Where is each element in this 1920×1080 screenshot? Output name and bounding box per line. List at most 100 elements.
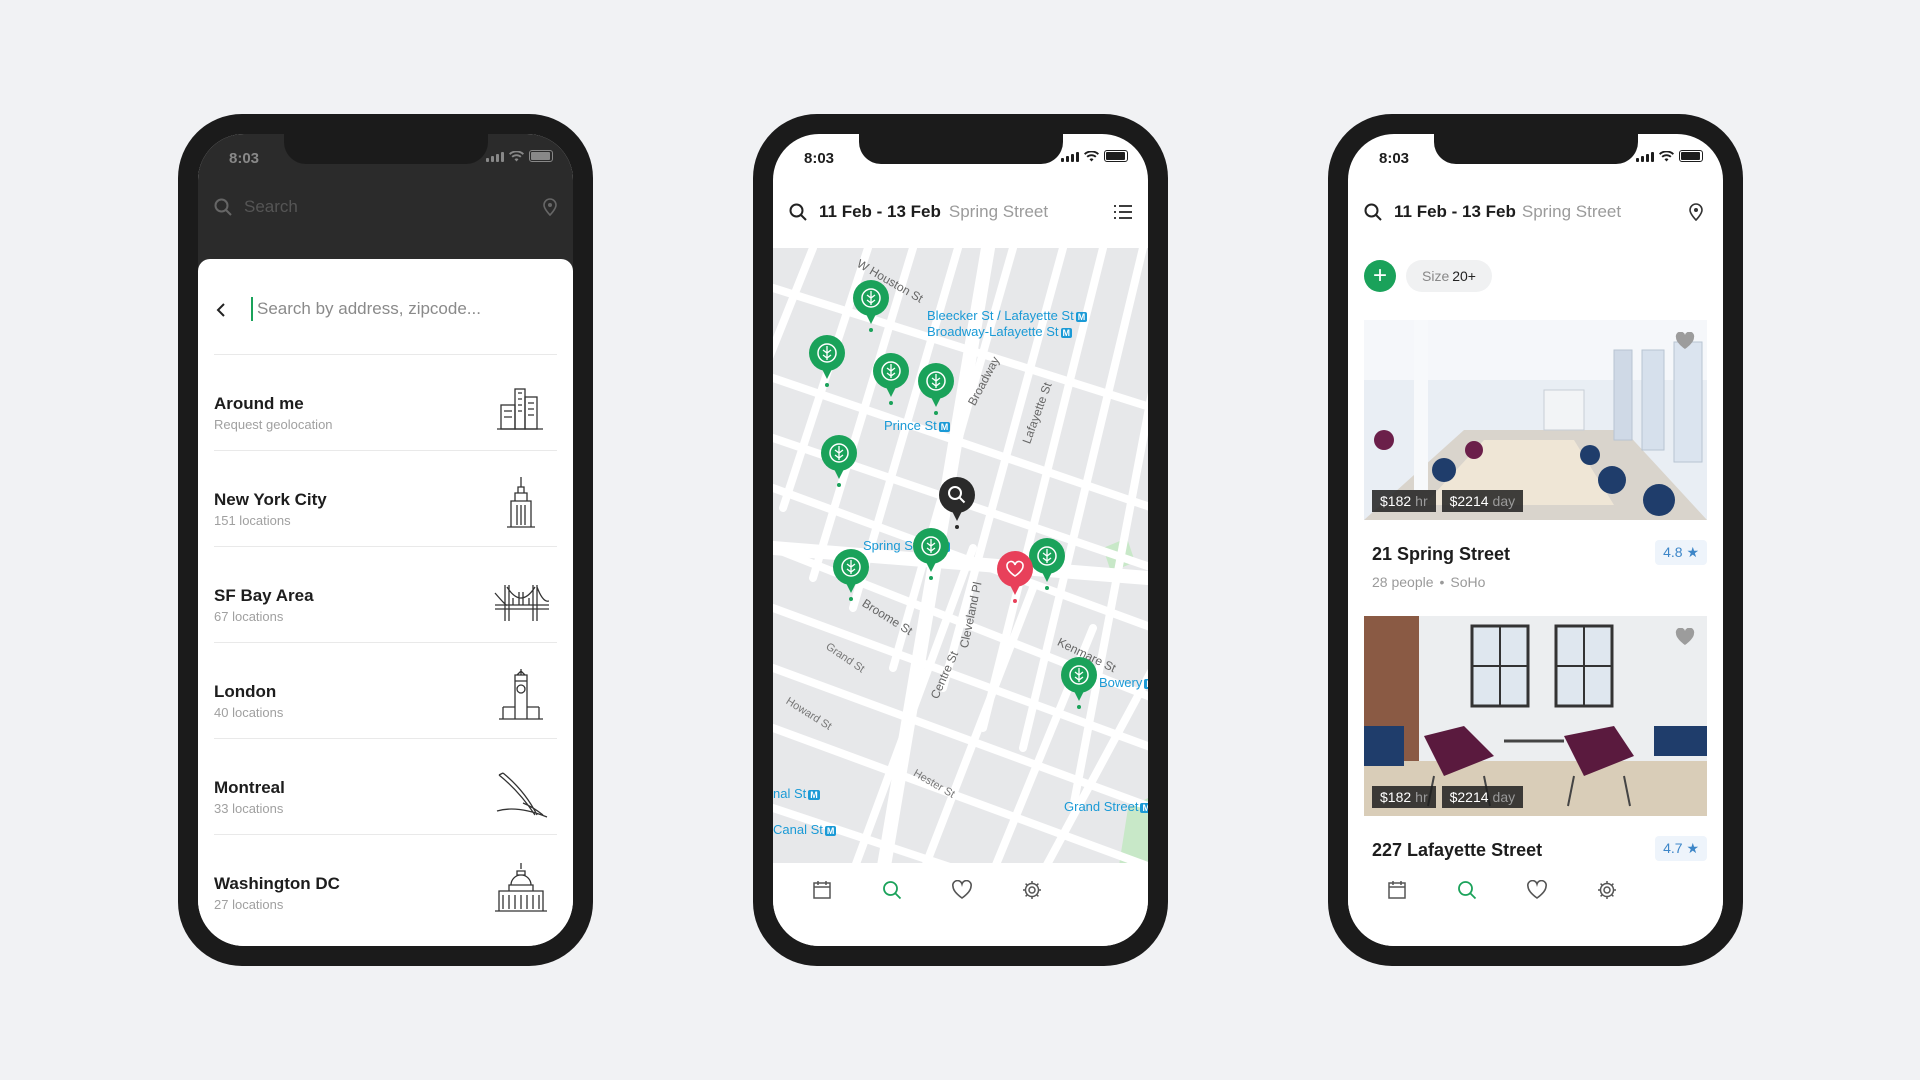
row-subtitle: 67 locations: [214, 609, 284, 624]
location-pin-icon: [543, 198, 557, 216]
tab-calendar[interactable]: [809, 877, 835, 903]
list-item[interactable]: Montreal 33 locations: [214, 738, 557, 834]
gear-icon: [1598, 881, 1616, 899]
listing-meta: 28 people • SoHo: [1372, 574, 1486, 590]
tab-search[interactable]: [1454, 877, 1480, 903]
big-ben-icon: [499, 669, 543, 720]
daily-unit: day: [1492, 493, 1516, 509]
hourly-price: $182 hr: [1372, 490, 1436, 512]
search-bar[interactable]: 11 Feb - 13 Feb Spring Street: [1348, 184, 1723, 240]
list-item[interactable]: Washington DC 27 locations: [214, 834, 557, 930]
subway-marker-icon: M: [938, 421, 951, 432]
buildings-icon: [497, 388, 543, 430]
listing-card[interactable]: $182 hr $2214 day 227 Lafayette Street 4.7…: [1364, 616, 1707, 866]
station-label[interactable]: Bleecker St / Lafayette St M: [927, 308, 1088, 323]
location-pin[interactable]: [869, 351, 913, 407]
screen: 8:03 Search Search by address, zipcode..…: [198, 134, 573, 946]
signal-icon: [1636, 151, 1654, 162]
battery-icon: [1679, 150, 1703, 162]
search-input[interactable]: Search by address, zipcode...: [251, 297, 481, 321]
tab-settings[interactable]: [1594, 877, 1620, 903]
heart-icon: [1527, 880, 1547, 899]
favorite-heart-icon[interactable]: [1675, 332, 1695, 350]
station-label[interactable]: Canal St M: [773, 822, 837, 837]
listing-photo[interactable]: $182 hr $2214 day: [1364, 616, 1707, 816]
tab-bar: [773, 863, 1148, 946]
favorite-heart-icon[interactable]: [1675, 628, 1695, 646]
location-pin[interactable]: [909, 526, 953, 582]
status-icons: [486, 150, 553, 162]
wifi-icon: [1084, 150, 1099, 161]
empire-state-icon: [507, 477, 535, 528]
search-icon: [214, 198, 232, 216]
row-title: Washington DC: [214, 874, 340, 893]
list-item[interactable]: New York City 151 locations: [214, 450, 557, 546]
favorite-location-pin[interactable]: [993, 549, 1037, 605]
search-icon: [1458, 881, 1477, 900]
olympic-tower-icon: [496, 772, 548, 818]
size-filter-chip[interactable]: Size 20+: [1406, 260, 1492, 292]
tab-settings[interactable]: [1019, 877, 1045, 903]
station-label[interactable]: nal St M: [773, 786, 820, 801]
price-tags: $182 hr $2214 day: [1372, 786, 1524, 808]
golden-gate-icon: [494, 585, 549, 621]
notch: [859, 134, 1063, 164]
hourly-amount: $182: [1380, 789, 1412, 805]
location-pin[interactable]: [849, 278, 893, 334]
location-pin[interactable]: [1057, 655, 1101, 711]
add-filter-button[interactable]: +: [1364, 260, 1396, 292]
list-item[interactable]: SF Bay Area 67 locations: [214, 546, 557, 642]
back-chevron-icon[interactable]: [216, 302, 226, 318]
date-range: 11 Feb - 13 Feb: [819, 202, 941, 221]
listing-title: 227 Lafayette Street: [1372, 840, 1543, 860]
status-time: 8:03: [1379, 150, 1410, 167]
phone-listing: 8:03 11 Feb - 13 Feb Spring Street + Siz…: [1328, 114, 1743, 966]
tab-favorites[interactable]: [1524, 877, 1550, 903]
location-pin-icon[interactable]: [1689, 203, 1703, 221]
location-pin[interactable]: [805, 333, 849, 389]
station-label[interactable]: Grand Street M: [1064, 799, 1148, 814]
search-bar[interactable]: 11 Feb - 13 Feb Spring Street: [773, 184, 1148, 240]
calendar-icon: [1388, 881, 1406, 899]
station-label[interactable]: BoweryM: [1099, 675, 1148, 690]
row-title: New York City: [214, 490, 327, 509]
row-title: SF Bay Area: [214, 586, 314, 605]
gear-icon: [1023, 881, 1041, 899]
daily-unit: day: [1492, 789, 1516, 805]
wifi-icon: [1659, 150, 1674, 161]
listing-photo[interactable]: $182 hr $2214 day: [1364, 320, 1707, 520]
tab-calendar[interactable]: [1384, 877, 1410, 903]
subway-marker-icon: M: [824, 825, 837, 836]
status-icons: [1636, 150, 1703, 162]
list-item[interactable]: London 40 locations: [214, 642, 557, 738]
map-view[interactable]: Bleecker St / Lafayette St M Broadway-Laf…: [773, 248, 1148, 872]
search-placeholder-dimmed: Search: [244, 197, 298, 216]
station-label[interactable]: Broadway-Lafayette St M: [927, 324, 1073, 339]
hourly-price: $182 hr: [1372, 786, 1436, 808]
search-location-pin[interactable]: [935, 475, 979, 531]
list-item[interactable]: Around me Request geolocation: [214, 354, 557, 450]
phone-map: 8:03 11 Feb - 13 Feb Spring Street Bleec…: [753, 114, 1168, 966]
daily-amount: $2214: [1449, 789, 1489, 805]
row-subtitle: 27 locations: [214, 897, 284, 912]
location-query: Spring Street: [948, 202, 1049, 221]
battery-icon: [1104, 150, 1128, 162]
capacity: 28 people: [1372, 574, 1434, 590]
hourly-amount: $182: [1380, 493, 1412, 509]
search-sheet: Search by address, zipcode... Around me …: [198, 259, 573, 946]
signal-icon: [486, 151, 504, 162]
station-label[interactable]: Prince St M: [884, 418, 951, 433]
tab-favorites[interactable]: [949, 877, 975, 903]
screen: 8:03 11 Feb - 13 Feb Spring Street + Siz…: [1348, 134, 1723, 946]
tab-search[interactable]: [879, 877, 905, 903]
location-pin[interactable]: [914, 361, 958, 417]
location-pin[interactable]: [817, 433, 861, 489]
location-pin[interactable]: [829, 547, 873, 603]
search-icon: [1364, 203, 1382, 221]
list-view-icon[interactable]: [1114, 205, 1132, 219]
battery-icon: [529, 150, 553, 162]
listing-card[interactable]: $182 hr $2214 day 21 Spring Street 4.8 ★ 2…: [1364, 320, 1707, 610]
row-title: Montreal: [214, 778, 285, 797]
row-subtitle: 151 locations: [214, 513, 291, 528]
status-icons: [1061, 150, 1128, 162]
